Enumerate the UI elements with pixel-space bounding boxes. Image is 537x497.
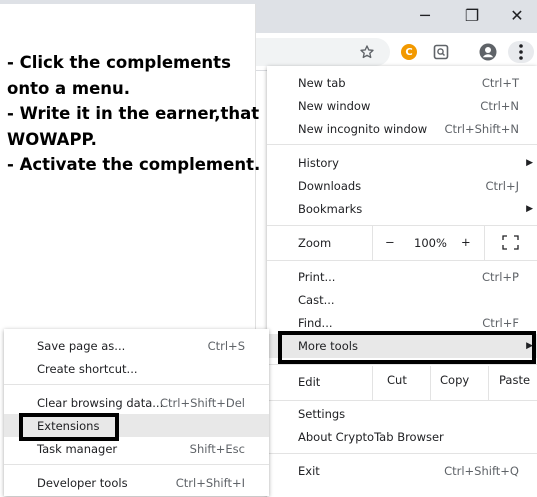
screenshot-extension-button[interactable] [429, 41, 453, 63]
menu-item-about[interactable]: About CryptoTab Browser [267, 425, 537, 448]
menu-divider [267, 453, 537, 454]
edit-row: Edit Cut Copy Paste [267, 366, 537, 400]
profile-button[interactable] [476, 41, 500, 63]
paste-label: Paste [499, 373, 531, 387]
instruction-line: - Click the complements [7, 53, 231, 72]
menu-item-settings[interactable]: Settings [267, 402, 537, 425]
menu-item-label: New window [298, 98, 371, 113]
menu-item-new-tab[interactable]: New tab Ctrl+T [267, 71, 537, 94]
menu-divider [4, 464, 269, 465]
paste-button[interactable]: Paste [488, 366, 537, 400]
menu-item-label: Developer tools [37, 475, 128, 490]
menu-item-label: New tab [298, 75, 346, 90]
menu-item-shortcut: Ctrl+Shift+I [175, 475, 245, 490]
menu-item-shortcut: Ctrl+F [482, 315, 519, 330]
chrome-main-menu: New tab Ctrl+T New window Ctrl+N New inc… [267, 66, 537, 497]
menu-item-label: Create shortcut... [37, 361, 138, 376]
menu-item-exit[interactable]: Exit Ctrl+Shift+Q [267, 459, 537, 482]
instructions-panel: - Click the complements onto a menu. - W… [0, 4, 261, 330]
cut-button[interactable]: Cut [372, 366, 431, 400]
submenu-arrow-icon: ▶ [526, 203, 533, 214]
menu-item-label: Print... [298, 269, 336, 284]
menu-item-shortcut: Ctrl+J [485, 178, 520, 193]
submenu-item-create-shortcut[interactable]: Create shortcut... [4, 357, 269, 380]
submenu-item-clear-browsing-data[interactable]: Clear browsing data... Ctrl+Shift+Del [4, 391, 269, 414]
menu-item-shortcut: Shift+Esc [189, 441, 245, 456]
menu-item-label: Downloads [298, 178, 362, 193]
minimize-icon: ─ [420, 5, 430, 25]
account-icon [479, 43, 497, 61]
cryptotab-icon: C [401, 44, 417, 60]
menu-item-label: Settings [298, 406, 346, 421]
menu-item-label: Clear browsing data... [37, 395, 164, 410]
minimize-button[interactable]: ─ [405, 0, 445, 30]
menu-divider [4, 384, 269, 385]
menu-item-label: About CryptoTab Browser [298, 429, 444, 444]
bookmark-star-button[interactable] [355, 41, 379, 63]
zoom-label: Zoom [298, 236, 332, 250]
menu-item-label: Bookmarks [298, 201, 363, 216]
menu-item-label: Save page as... [37, 338, 126, 353]
copy-button[interactable]: Copy [430, 366, 489, 400]
zoom-row: Zoom − 100% + [267, 226, 537, 260]
fullscreen-icon [502, 235, 519, 250]
menu-item-shortcut: Ctrl+S [207, 338, 245, 353]
cut-label: Cut [387, 373, 407, 387]
capture-icon [433, 44, 449, 60]
menu-item-label: New incognito window [298, 121, 428, 136]
menu-item-label: Find... [298, 315, 333, 330]
instruction-line: - Activate the complement. [7, 155, 261, 174]
edit-label: Edit [298, 375, 321, 389]
menu-item-shortcut: Ctrl+Shift+Del [160, 395, 245, 410]
menu-item-downloads[interactable]: Downloads Ctrl+J [267, 174, 537, 197]
instruction-line: onto a menu. [7, 78, 131, 98]
menu-item-new-incognito-window[interactable]: New incognito window Ctrl+Shift+N [267, 117, 537, 140]
menu-item-label: Task manager [37, 441, 118, 456]
menu-item-print[interactable]: Print... Ctrl+P [267, 265, 537, 288]
cryptotab-extension-button[interactable]: C [397, 41, 421, 63]
star-icon [360, 45, 374, 59]
menu-item-label: History [298, 155, 339, 170]
menu-divider [267, 400, 537, 401]
restore-icon: ❐ [464, 5, 480, 25]
menu-item-new-window[interactable]: New window Ctrl+N [267, 94, 537, 117]
menu-divider [267, 260, 537, 261]
menu-item-shortcut: Ctrl+T [481, 75, 519, 90]
submenu-item-save-page[interactable]: Save page as... Ctrl+S [4, 334, 269, 357]
submenu-item-task-manager[interactable]: Task manager Shift+Esc [4, 437, 269, 460]
submenu-arrow-icon: ▶ [526, 157, 533, 168]
menu-item-shortcut: Ctrl+Shift+Q [444, 463, 519, 478]
zoom-in-button[interactable]: + [461, 235, 471, 249]
instruction-line: - Write it in the earner,that [7, 104, 260, 123]
fullscreen-button[interactable] [484, 226, 537, 260]
highlight-box-more-tools [278, 331, 536, 364]
close-icon: ✕ [510, 5, 524, 25]
submenu-item-developer-tools[interactable]: Developer tools Ctrl+Shift+I [4, 471, 269, 494]
copy-label: Copy [440, 373, 470, 387]
menu-item-label: Exit [298, 463, 320, 478]
kebab-menu-icon [519, 44, 523, 60]
more-tools-submenu: Save page as... Ctrl+S Create shortcut..… [4, 329, 269, 496]
chrome-menu-button[interactable] [508, 41, 534, 63]
close-button[interactable]: ✕ [497, 0, 537, 30]
menu-item-label: Cast... [298, 292, 335, 307]
menu-divider [267, 364, 537, 365]
menu-item-shortcut: Ctrl+Shift+N [444, 121, 519, 136]
menu-item-shortcut: Ctrl+N [480, 98, 519, 113]
restore-button[interactable]: ❐ [452, 0, 492, 30]
menu-item-cast[interactable]: Cast... [267, 288, 537, 311]
instruction-line: WOWAPP. [7, 129, 97, 149]
menu-item-history[interactable]: History ▶ [267, 151, 537, 174]
zoom-level: 100% [414, 236, 447, 250]
menu-divider [267, 144, 537, 145]
menu-item-bookmarks[interactable]: Bookmarks ▶ [267, 197, 537, 220]
menu-item-shortcut: Ctrl+P [481, 269, 519, 284]
zoom-out-button[interactable]: − [385, 235, 395, 249]
